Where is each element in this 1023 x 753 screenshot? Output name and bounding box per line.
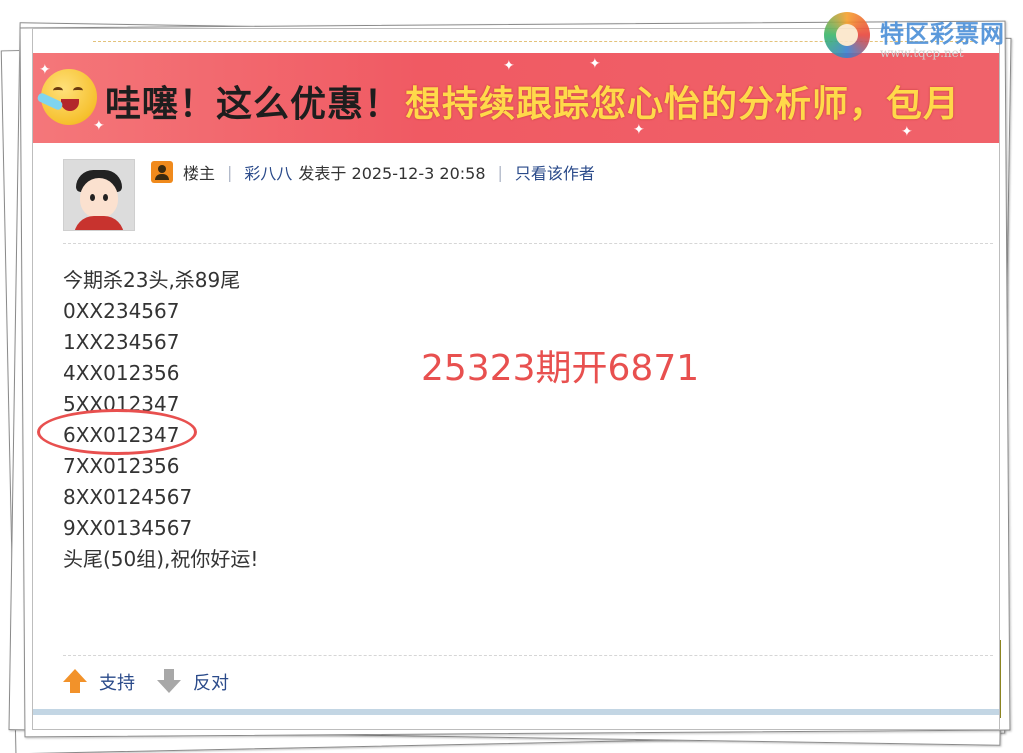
oppose-label: 反对 xyxy=(193,673,229,694)
banner-subline: 想持续跟踪您心怡的分析师，包月 xyxy=(405,84,961,125)
site-logo[interactable]: 特区彩票网 www.tqcp.net xyxy=(824,10,1023,70)
post-bottom-bar xyxy=(33,709,999,715)
support-button[interactable]: 支持 xyxy=(63,669,135,695)
logo-name: 特区彩票网 xyxy=(880,20,1005,48)
author-link[interactable]: 彩八八 xyxy=(244,160,292,184)
oppose-button[interactable]: 反对 xyxy=(157,669,229,695)
sparkle-icon: ✦ xyxy=(93,118,105,134)
screenshot-stage: ✦ ✦ ✦ ✦ ✦ ✦ 哇噻！这么优惠！ 想持续跟踪您心怡的分析师，包月 楼主 … xyxy=(0,0,1023,753)
post-timestamp: 发表于 2025-12-3 20:58 xyxy=(298,164,486,183)
role-label: 楼主 xyxy=(183,164,216,183)
sparkle-icon: ✦ xyxy=(901,124,913,140)
meta-separator: | xyxy=(227,162,233,182)
content-line: 1XX234567 xyxy=(63,330,180,354)
content-line: 头尾(50组),祝你好运! xyxy=(63,547,259,571)
sparkle-icon: ✦ xyxy=(503,58,515,74)
content-line: 0XX234567 xyxy=(63,299,180,323)
only-author-link[interactable]: 只看该作者 xyxy=(515,160,595,184)
sparkle-icon: ✦ xyxy=(589,56,601,72)
logo-url: www.tqcp.net xyxy=(880,46,964,60)
content-line: 7XX012356 xyxy=(63,454,180,478)
footer-divider xyxy=(63,655,993,656)
thread-owner-icon xyxy=(151,161,173,183)
content-line: 9XX0134567 xyxy=(63,516,193,540)
support-label: 支持 xyxy=(99,673,135,694)
draw-result: 25323期开6871 xyxy=(421,348,700,389)
content-line: 今期杀23头,杀89尾 xyxy=(63,268,241,292)
banner-headline: 哇噻！这么优惠！ xyxy=(105,84,402,125)
arrow-up-icon xyxy=(63,669,87,695)
post-card: ✦ ✦ ✦ ✦ ✦ ✦ 哇噻！这么优惠！ 想持续跟踪您心怡的分析师，包月 楼主 … xyxy=(32,28,1000,730)
logo-swirl-icon xyxy=(824,12,870,58)
content-line: 8XX0124567 xyxy=(63,485,193,509)
highlight-circle xyxy=(37,409,197,455)
post-meta: 楼主 | 彩八八 发表于 2025-12-3 20:58 | 只看该作者 xyxy=(151,159,595,185)
meta-separator: | xyxy=(497,162,503,182)
avatar[interactable] xyxy=(63,159,135,231)
header-divider xyxy=(63,243,993,244)
content-line: 4XX012356 xyxy=(63,361,180,385)
sparkle-icon: ✦ xyxy=(39,62,51,78)
arrow-down-icon xyxy=(157,669,181,695)
